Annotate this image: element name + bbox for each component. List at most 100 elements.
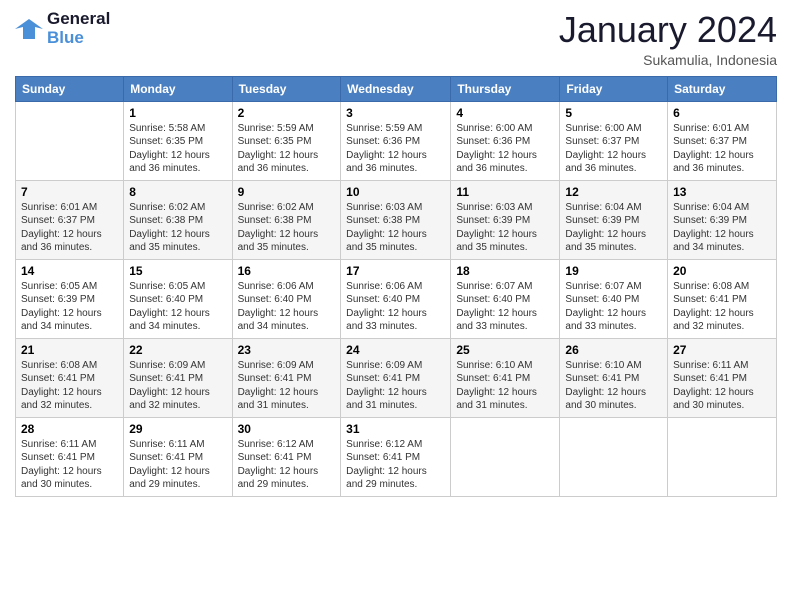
day-number: 4 [456,106,554,120]
title-block: January 2024 Sukamulia, Indonesia [559,10,777,68]
calendar-cell: 5 Sunrise: 6:00 AMSunset: 6:37 PMDaylight… [560,101,668,180]
calendar-cell [560,417,668,496]
calendar-table: SundayMondayTuesdayWednesdayThursdayFrid… [15,76,777,497]
day-number: 16 [238,264,336,278]
day-number: 30 [238,422,336,436]
day-info: Sunrise: 6:07 AMSunset: 6:40 PMDaylight:… [565,280,662,334]
day-number: 6 [673,106,771,120]
month-title: January 2024 [559,10,777,50]
day-info: Sunrise: 6:02 AMSunset: 6:38 PMDaylight:… [238,201,336,255]
week-row-5: 28 Sunrise: 6:11 AMSunset: 6:41 PMDayligh… [16,417,777,496]
day-info: Sunrise: 6:05 AMSunset: 6:39 PMDaylight:… [21,280,118,334]
calendar-cell: 18 Sunrise: 6:07 AMSunset: 6:40 PMDayligh… [451,259,560,338]
day-info: Sunrise: 6:08 AMSunset: 6:41 PMDaylight:… [21,359,118,413]
day-info: Sunrise: 6:04 AMSunset: 6:39 PMDaylight:… [673,201,771,255]
day-number: 3 [346,106,445,120]
day-info: Sunrise: 6:09 AMSunset: 6:41 PMDaylight:… [238,359,336,413]
calendar-cell: 14 Sunrise: 6:05 AMSunset: 6:39 PMDayligh… [16,259,124,338]
calendar-cell: 21 Sunrise: 6:08 AMSunset: 6:41 PMDayligh… [16,338,124,417]
day-info: Sunrise: 6:11 AMSunset: 6:41 PMDaylight:… [129,438,226,492]
day-number: 11 [456,185,554,199]
week-row-1: 1 Sunrise: 5:58 AMSunset: 6:35 PMDaylight… [16,101,777,180]
week-row-3: 14 Sunrise: 6:05 AMSunset: 6:39 PMDayligh… [16,259,777,338]
calendar-cell [668,417,777,496]
calendar-cell [451,417,560,496]
day-info: Sunrise: 6:09 AMSunset: 6:41 PMDaylight:… [129,359,226,413]
day-info: Sunrise: 6:03 AMSunset: 6:38 PMDaylight:… [346,201,445,255]
calendar-cell: 6 Sunrise: 6:01 AMSunset: 6:37 PMDaylight… [668,101,777,180]
day-info: Sunrise: 6:02 AMSunset: 6:38 PMDaylight:… [129,201,226,255]
location: Sukamulia, Indonesia [559,52,777,68]
week-row-2: 7Sunrise: 6:01 AMSunset: 6:37 PMDaylight… [16,180,777,259]
calendar-cell: 11 Sunrise: 6:03 AMSunset: 6:39 PMDayligh… [451,180,560,259]
weekday-header-saturday: Saturday [668,76,777,101]
day-number: 20 [673,264,771,278]
day-number: 22 [129,343,226,357]
day-number: 19 [565,264,662,278]
day-info: Sunrise: 6:04 AMSunset: 6:39 PMDaylight:… [565,201,662,255]
day-number: 15 [129,264,226,278]
day-info: Sunrise: 6:11 AMSunset: 6:41 PMDaylight:… [673,359,771,413]
weekday-header-thursday: Thursday [451,76,560,101]
day-number: 26 [565,343,662,357]
calendar-cell: 16 Sunrise: 6:06 AMSunset: 6:40 PMDayligh… [232,259,341,338]
day-number: 1 [129,106,226,120]
calendar-cell: 1 Sunrise: 5:58 AMSunset: 6:35 PMDaylight… [124,101,232,180]
calendar-cell: 3 Sunrise: 5:59 AMSunset: 6:36 PMDaylight… [341,101,451,180]
calendar-cell: 8 Sunrise: 6:02 AMSunset: 6:38 PMDaylight… [124,180,232,259]
day-info: Sunrise: 6:11 AMSunset: 6:41 PMDaylight:… [21,438,118,492]
day-info: Sunrise: 6:08 AMSunset: 6:41 PMDaylight:… [673,280,771,334]
calendar-cell: 26Sunrise: 6:10 AMSunset: 6:41 PMDayligh… [560,338,668,417]
day-info: Sunrise: 5:59 AMSunset: 6:36 PMDaylight:… [346,122,445,176]
day-number: 8 [129,185,226,199]
calendar-cell: 2Sunrise: 5:59 AMSunset: 6:35 PMDaylight… [232,101,341,180]
calendar-cell: 31Sunrise: 6:12 AMSunset: 6:41 PMDayligh… [341,417,451,496]
day-number: 13 [673,185,771,199]
day-info: Sunrise: 6:06 AMSunset: 6:40 PMDaylight:… [238,280,336,334]
day-info: Sunrise: 6:01 AMSunset: 6:37 PMDaylight:… [673,122,771,176]
logo: General Blue [15,10,110,47]
day-number: 27 [673,343,771,357]
weekday-header-row: SundayMondayTuesdayWednesdayThursdayFrid… [16,76,777,101]
day-info: Sunrise: 6:06 AMSunset: 6:40 PMDaylight:… [346,280,445,334]
day-info: Sunrise: 5:58 AMSunset: 6:35 PMDaylight:… [129,122,226,176]
calendar-page: General Blue January 2024 Sukamulia, Ind… [0,0,792,612]
logo-icon [15,15,43,43]
day-info: Sunrise: 6:12 AMSunset: 6:41 PMDaylight:… [346,438,445,492]
logo-text: General Blue [47,10,110,47]
day-number: 5 [565,106,662,120]
day-info: Sunrise: 6:03 AMSunset: 6:39 PMDaylight:… [456,201,554,255]
day-number: 17 [346,264,445,278]
day-number: 18 [456,264,554,278]
calendar-cell: 15 Sunrise: 6:05 AMSunset: 6:40 PMDayligh… [124,259,232,338]
day-number: 28 [21,422,118,436]
calendar-cell: 27 Sunrise: 6:11 AMSunset: 6:41 PMDayligh… [668,338,777,417]
day-number: 21 [21,343,118,357]
calendar-cell: 4 Sunrise: 6:00 AMSunset: 6:36 PMDaylight… [451,101,560,180]
day-number: 14 [21,264,118,278]
day-number: 12 [565,185,662,199]
calendar-cell: 24Sunrise: 6:09 AMSunset: 6:41 PMDayligh… [341,338,451,417]
calendar-cell [16,101,124,180]
calendar-cell: 12 Sunrise: 6:04 AMSunset: 6:39 PMDayligh… [560,180,668,259]
calendar-cell: 25Sunrise: 6:10 AMSunset: 6:41 PMDayligh… [451,338,560,417]
calendar-cell: 23 Sunrise: 6:09 AMSunset: 6:41 PMDayligh… [232,338,341,417]
calendar-cell: 19 Sunrise: 6:07 AMSunset: 6:40 PMDayligh… [560,259,668,338]
day-info: Sunrise: 6:10 AMSunset: 6:41 PMDaylight:… [456,359,554,413]
calendar-cell: 10Sunrise: 6:03 AMSunset: 6:38 PMDayligh… [341,180,451,259]
day-number: 23 [238,343,336,357]
week-row-4: 21 Sunrise: 6:08 AMSunset: 6:41 PMDayligh… [16,338,777,417]
day-info: Sunrise: 6:00 AMSunset: 6:36 PMDaylight:… [456,122,554,176]
calendar-cell: 29Sunrise: 6:11 AMSunset: 6:41 PMDayligh… [124,417,232,496]
day-info: Sunrise: 6:00 AMSunset: 6:37 PMDaylight:… [565,122,662,176]
calendar-cell: 28 Sunrise: 6:11 AMSunset: 6:41 PMDayligh… [16,417,124,496]
weekday-header-friday: Friday [560,76,668,101]
header: General Blue January 2024 Sukamulia, Ind… [15,10,777,68]
calendar-cell: 13 Sunrise: 6:04 AMSunset: 6:39 PMDayligh… [668,180,777,259]
calendar-cell: 22 Sunrise: 6:09 AMSunset: 6:41 PMDayligh… [124,338,232,417]
calendar-cell: 9Sunrise: 6:02 AMSunset: 6:38 PMDaylight… [232,180,341,259]
day-number: 7 [21,185,118,199]
weekday-header-sunday: Sunday [16,76,124,101]
day-info: Sunrise: 6:05 AMSunset: 6:40 PMDaylight:… [129,280,226,334]
day-info: Sunrise: 6:07 AMSunset: 6:40 PMDaylight:… [456,280,554,334]
